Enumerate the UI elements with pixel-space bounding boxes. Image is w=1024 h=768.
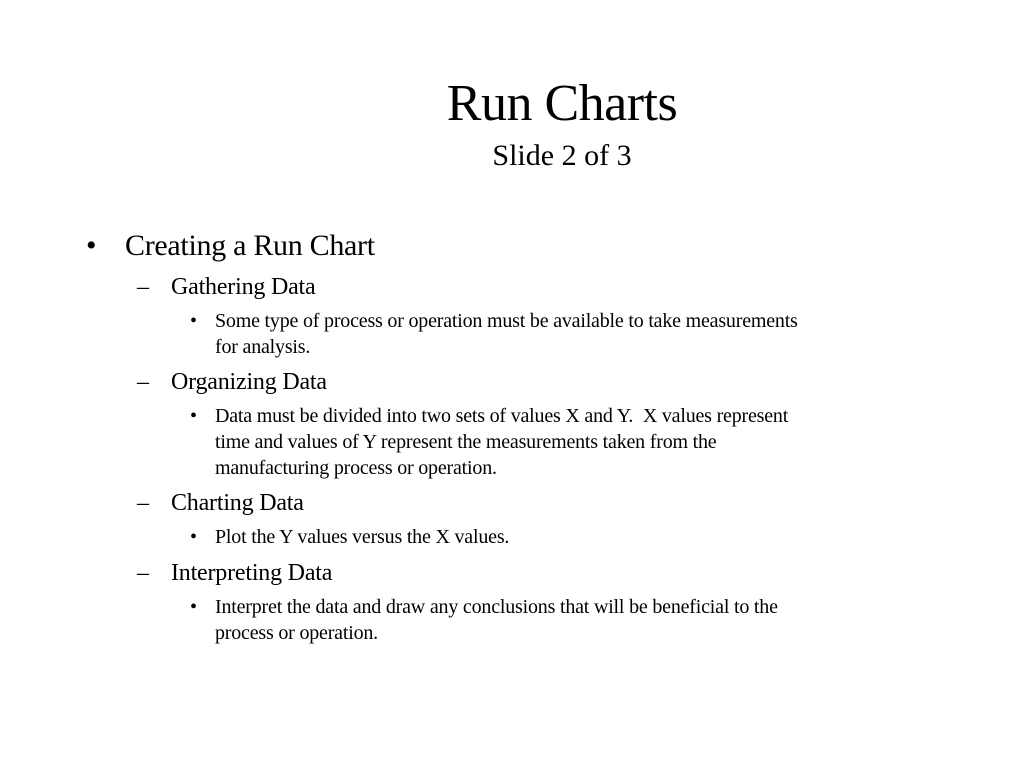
detail-line: for analysis. — [215, 336, 311, 358]
dash-icon: – — [137, 490, 149, 516]
dash-icon: – — [137, 274, 149, 300]
slide: Run Charts Slide 2 of 3 • Creating a Run… — [0, 0, 1024, 768]
bullet-text: Creating a Run Chart — [125, 229, 375, 262]
bullet-icon: • — [86, 229, 97, 262]
bullet-icon: • — [190, 526, 197, 548]
detail-line: process or operation. — [215, 622, 378, 644]
bullet-icon: • — [190, 310, 197, 332]
section-heading: Gathering Data — [171, 274, 316, 300]
detail-line: Interpret the data and draw any conclusi… — [215, 596, 778, 618]
slide-title: Run Charts — [446, 75, 678, 132]
slide-subtitle: Slide 2 of 3 — [492, 139, 632, 172]
dash-icon: – — [137, 369, 149, 395]
detail-line: Data must be divided into two sets of va… — [215, 405, 789, 427]
detail-line: manufacturing process or operation. — [215, 457, 497, 479]
detail-line: Some type of process or operation must b… — [215, 310, 798, 332]
section-heading: Charting Data — [171, 490, 304, 516]
detail-line: Plot the Y values versus the X values. — [215, 526, 510, 548]
section-heading: Organizing Data — [171, 369, 327, 395]
bullet-icon: • — [190, 596, 197, 618]
bullet-icon: • — [190, 405, 197, 427]
section-heading: Interpreting Data — [171, 560, 333, 586]
detail-line: time and values of Y represent the measu… — [215, 431, 717, 453]
dash-icon: – — [137, 560, 149, 586]
